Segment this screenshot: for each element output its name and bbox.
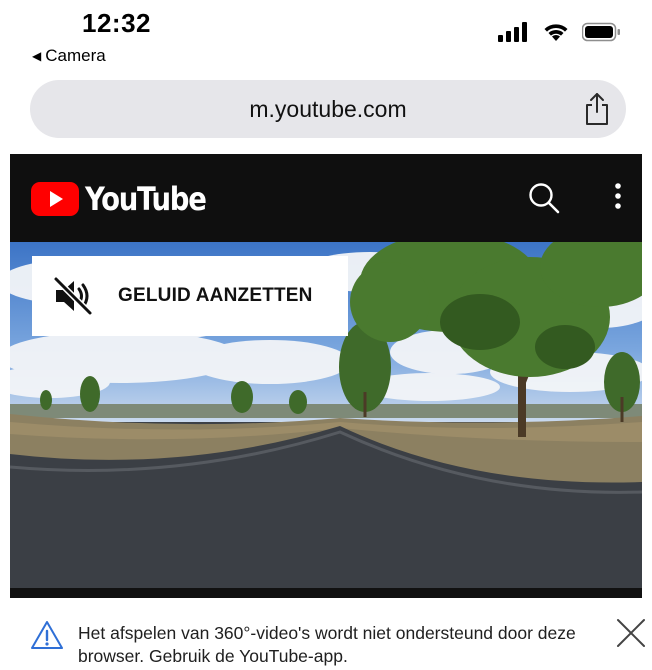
back-arrow-icon: ◀ [32, 49, 42, 63]
unsupported-notice: Het afspelen van 360°-video's wordt niet… [0, 598, 652, 670]
back-to-camera-link[interactable]: ◀ Camera [32, 46, 106, 66]
cellular-signal-icon [498, 22, 527, 42]
more-vertical-icon[interactable] [612, 180, 624, 216]
search-icon[interactable] [524, 178, 564, 218]
back-label: Camera [45, 46, 106, 65]
address-bar[interactable]: m.youtube.com [30, 80, 626, 138]
battery-icon [582, 22, 620, 42]
video-player[interactable]: GELUID AANZETTEN [10, 242, 642, 598]
wifi-icon [544, 24, 568, 41]
system-status-icons [498, 22, 622, 42]
unmute-label: GELUID AANZETTEN [118, 285, 313, 306]
youtube-logo[interactable]: YouTube [31, 180, 225, 218]
youtube-logo-text: YouTube [85, 180, 207, 218]
url-text: m.youtube.com [249, 96, 407, 122]
close-icon[interactable] [616, 618, 646, 648]
speaker-muted-icon [52, 276, 94, 316]
status-time: 12:32 [82, 8, 151, 38]
warning-icon [31, 621, 63, 649]
youtube-play-logo-icon [31, 182, 79, 216]
notice-message: Het afspelen van 360°-video's wordt niet… [78, 623, 576, 666]
share-icon[interactable] [582, 91, 612, 127]
unmute-button[interactable]: GELUID AANZETTEN [32, 256, 348, 336]
youtube-header: YouTube [10, 154, 642, 242]
